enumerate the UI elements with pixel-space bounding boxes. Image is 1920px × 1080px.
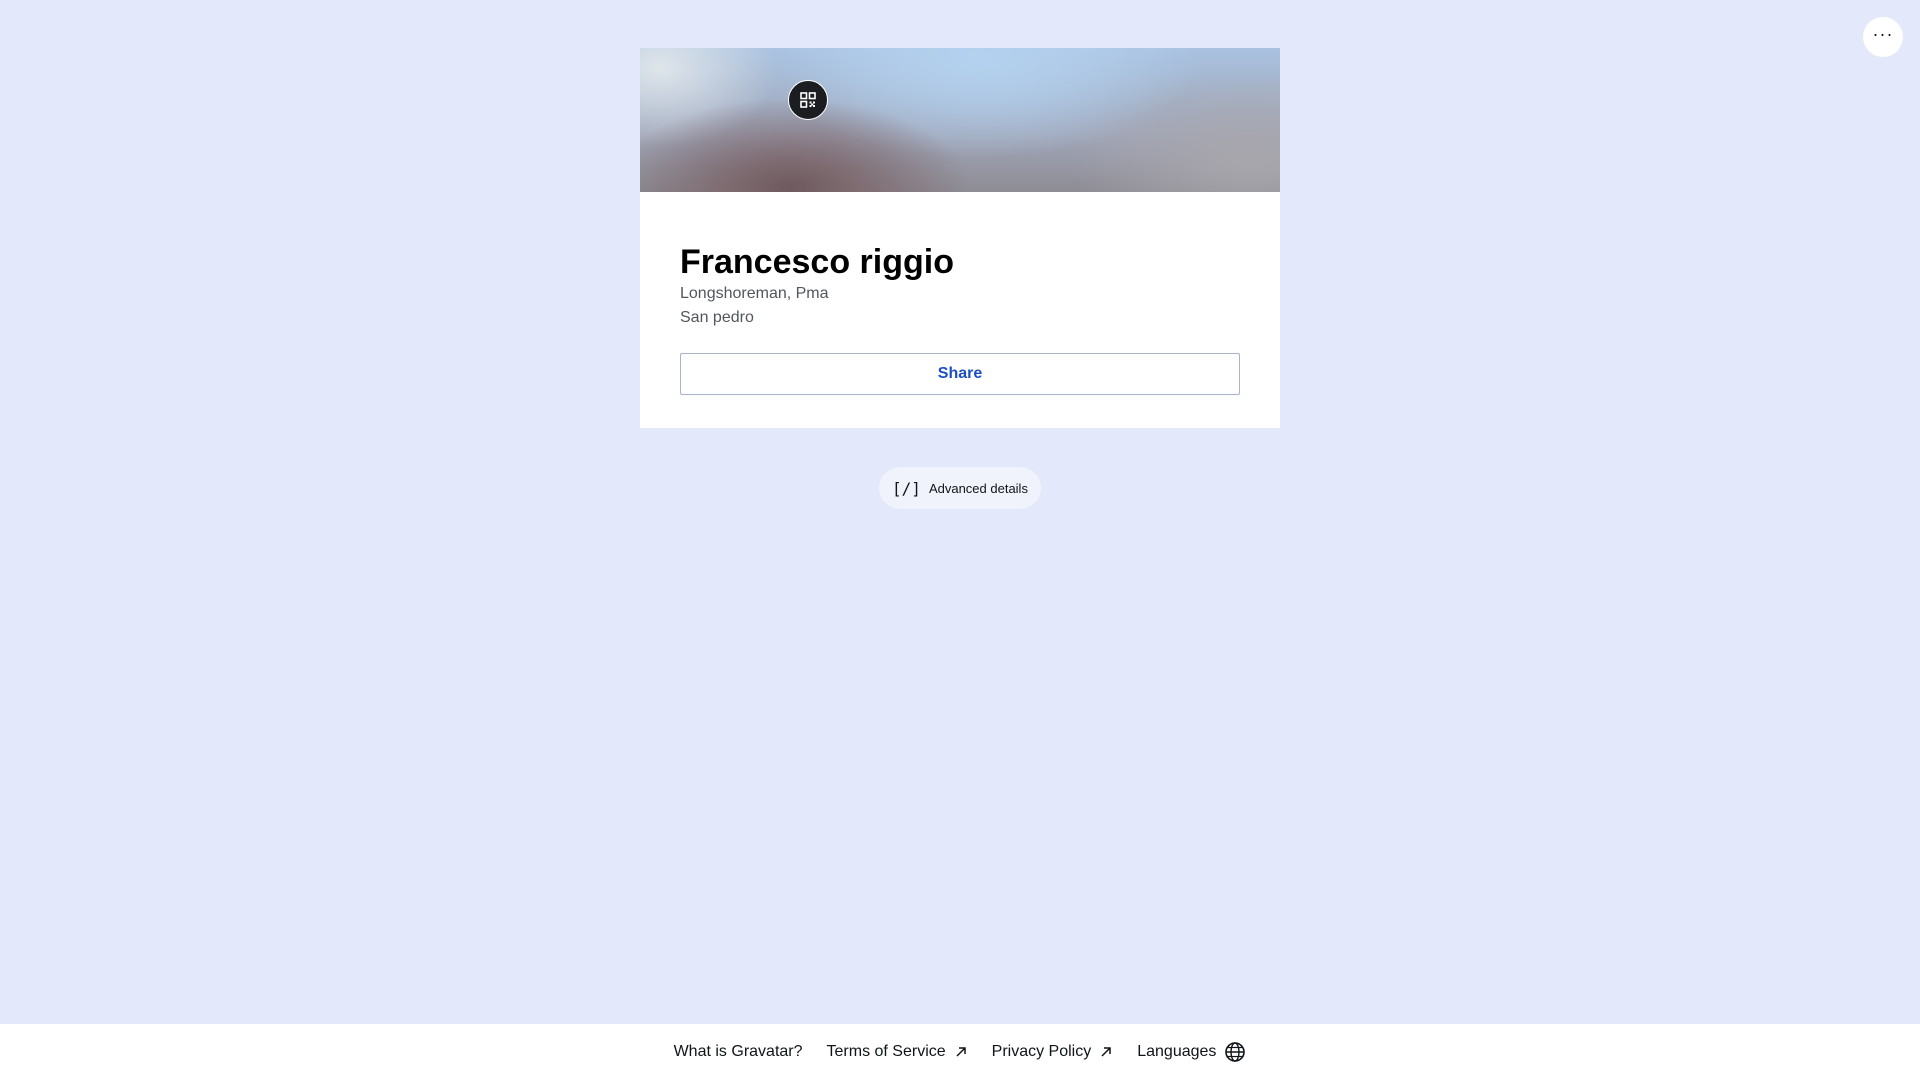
external-arrow-icon bbox=[956, 1047, 966, 1057]
footer-link-privacy[interactable]: Privacy Policy bbox=[992, 1043, 1114, 1061]
qr-code-icon bbox=[800, 92, 816, 108]
footer-link-languages[interactable]: Languages bbox=[1137, 1041, 1246, 1063]
qr-code-button[interactable] bbox=[788, 80, 828, 120]
more-options-button[interactable]: ··· bbox=[1863, 17, 1903, 57]
footer-link-label: Terms of Service bbox=[826, 1043, 946, 1060]
code-icon: [/] bbox=[892, 478, 921, 498]
profile-job-title: Longshoreman, Pma bbox=[680, 285, 829, 302]
profile-name: Francesco riggio bbox=[680, 243, 954, 281]
footer: What is Gravatar? Terms of Service Priva… bbox=[0, 1024, 1920, 1080]
profile-card: Francesco riggio Longshoreman, Pma San p… bbox=[640, 48, 1280, 428]
footer-link-label: Languages bbox=[1137, 1043, 1217, 1060]
footer-link-label: Privacy Policy bbox=[991, 1043, 1092, 1060]
advanced-details-label: Advanced details bbox=[928, 480, 1028, 496]
footer-link-what-is-gravatar[interactable]: What is Gravatar? bbox=[674, 1043, 803, 1061]
share-button[interactable]: Share bbox=[680, 353, 1240, 395]
footer-link-label: What is Gravatar? bbox=[673, 1043, 803, 1060]
globe-icon bbox=[1225, 1042, 1246, 1062]
advanced-details-button[interactable]: [/] Advanced details bbox=[879, 467, 1041, 509]
footer-link-terms[interactable]: Terms of Service bbox=[827, 1043, 968, 1061]
profile-location: San pedro bbox=[680, 309, 754, 326]
external-arrow-icon bbox=[1101, 1047, 1111, 1057]
ellipsis-icon: ··· bbox=[1872, 24, 1894, 44]
header-image bbox=[640, 48, 1280, 192]
profile-info: Francesco riggio Longshoreman, Pma San p… bbox=[680, 242, 1240, 330]
